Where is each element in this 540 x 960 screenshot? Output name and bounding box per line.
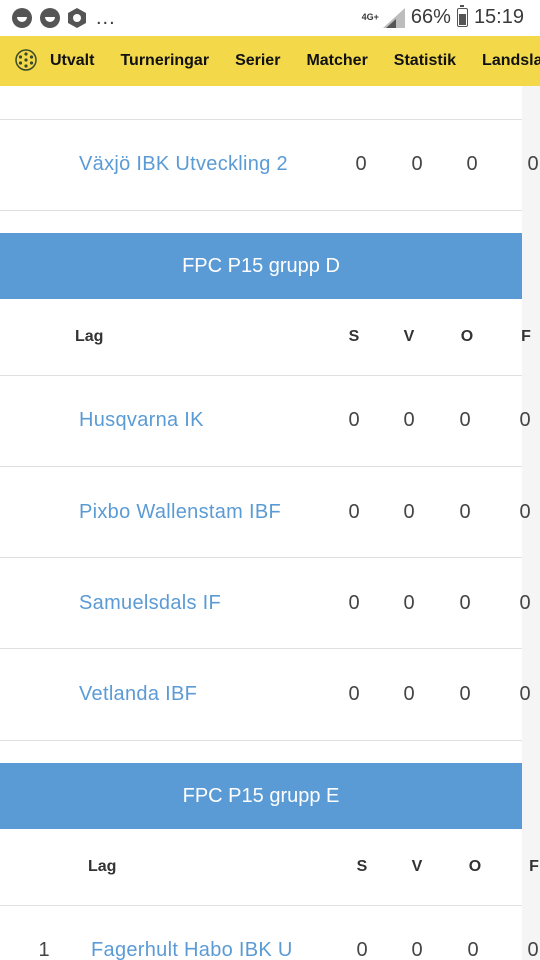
nav-menu: Utvalt Turneringar Serier Matcher Statis… [50, 36, 540, 86]
column-header-lag[interactable]: Lag [88, 858, 116, 876]
stat-o: 0 [459, 409, 471, 431]
signal-icon [382, 7, 405, 28]
column-header-v[interactable]: V [394, 328, 424, 346]
app-notification-icon [40, 8, 60, 28]
table-row: 1 Fagerhult Habo IBK U 0 0 0 0 [0, 906, 538, 960]
stat-f: 0 [527, 939, 539, 960]
hexagon-notification-icon [68, 8, 86, 28]
nav-item-turneringar[interactable]: Turneringar [120, 52, 209, 70]
column-header-f[interactable]: F [511, 328, 540, 346]
stat-s: 0 [356, 939, 368, 960]
table-row-partial [0, 86, 522, 120]
table-row: Växjö IBK Utveckling 2 0 0 0 0 [0, 120, 539, 211]
stat-o: 0 [459, 501, 471, 523]
app-notification-icon [12, 8, 32, 28]
stat-s: 0 [348, 409, 360, 431]
battery-percent: 66% [410, 6, 451, 28]
clock: 15:19 [473, 6, 524, 28]
stat-f: 0 [519, 409, 531, 431]
stat-v: 0 [403, 592, 415, 614]
team-link[interactable]: Pixbo Wallenstam IBF [79, 501, 281, 524]
stat-o: 0 [466, 153, 478, 175]
notification-icons: ... [12, 8, 116, 28]
stat-v: 0 [411, 153, 423, 175]
stat-o: 0 [459, 683, 471, 705]
table-header-row: Lag S V O F [0, 299, 531, 376]
stat-s: 0 [348, 592, 360, 614]
network-type: 4G+ [361, 12, 379, 22]
nav-item-landslag[interactable]: Landslag [482, 52, 540, 70]
team-link[interactable]: Husqvarna IK [79, 409, 204, 432]
table-row: Husqvarna IK 0 0 0 0 [0, 376, 531, 467]
group-header-e: FPC P15 grupp E [0, 763, 522, 829]
table-row: Pixbo Wallenstam IBF 0 0 0 0 [0, 467, 531, 558]
nav-item-utvalt[interactable]: Utvalt [50, 52, 94, 70]
team-link[interactable]: Vetlanda IBF [79, 683, 197, 706]
system-status: 4G+ 66% 15:19 [361, 5, 524, 29]
stat-f: 0 [519, 501, 531, 523]
status-bar: ... 4G+ 66% 15:19 [0, 0, 540, 36]
column-header-s[interactable]: S [347, 858, 377, 876]
column-header-o[interactable]: O [452, 328, 482, 346]
stat-s: 0 [355, 153, 367, 175]
stat-f: 0 [519, 683, 531, 705]
battery-icon [456, 5, 468, 27]
rank-number: 1 [38, 939, 50, 960]
floorball-logo-icon[interactable] [14, 48, 38, 72]
team-link[interactable]: Växjö IBK Utveckling 2 [79, 153, 288, 176]
stat-s: 0 [348, 683, 360, 705]
column-header-o[interactable]: O [460, 858, 490, 876]
stat-v: 0 [411, 939, 423, 960]
standings-content[interactable]: Växjö IBK Utveckling 2 0 0 0 0 FPC P15 g… [0, 86, 540, 960]
team-link[interactable]: Samuelsdals IF [79, 592, 221, 615]
top-nav: Utvalt Turneringar Serier Matcher Statis… [0, 36, 540, 86]
nav-item-serier[interactable]: Serier [235, 52, 280, 70]
stat-f: 0 [519, 592, 531, 614]
stat-o: 0 [467, 939, 479, 960]
nav-item-matcher[interactable]: Matcher [306, 52, 367, 70]
column-header-v[interactable]: V [402, 858, 432, 876]
nav-item-statistik[interactable]: Statistik [394, 52, 456, 70]
table-row: Vetlanda IBF 0 0 0 0 [0, 649, 531, 741]
stat-o: 0 [459, 592, 471, 614]
stat-s: 0 [348, 501, 360, 523]
stat-v: 0 [403, 683, 415, 705]
stat-v: 0 [403, 409, 415, 431]
stat-f: 0 [527, 153, 539, 175]
group-header-d: FPC P15 grupp D [0, 233, 522, 299]
column-header-s[interactable]: S [339, 328, 369, 346]
stat-v: 0 [403, 501, 415, 523]
column-header-lag[interactable]: Lag [75, 328, 103, 346]
table-header-row: Lag S V O F [0, 829, 539, 906]
team-link[interactable]: Fagerhult Habo IBK U [91, 939, 293, 960]
column-header-f[interactable]: F [519, 858, 540, 876]
table-row: Samuelsdals IF 0 0 0 0 [0, 558, 531, 649]
more-notifications-indicator: ... [96, 7, 116, 29]
